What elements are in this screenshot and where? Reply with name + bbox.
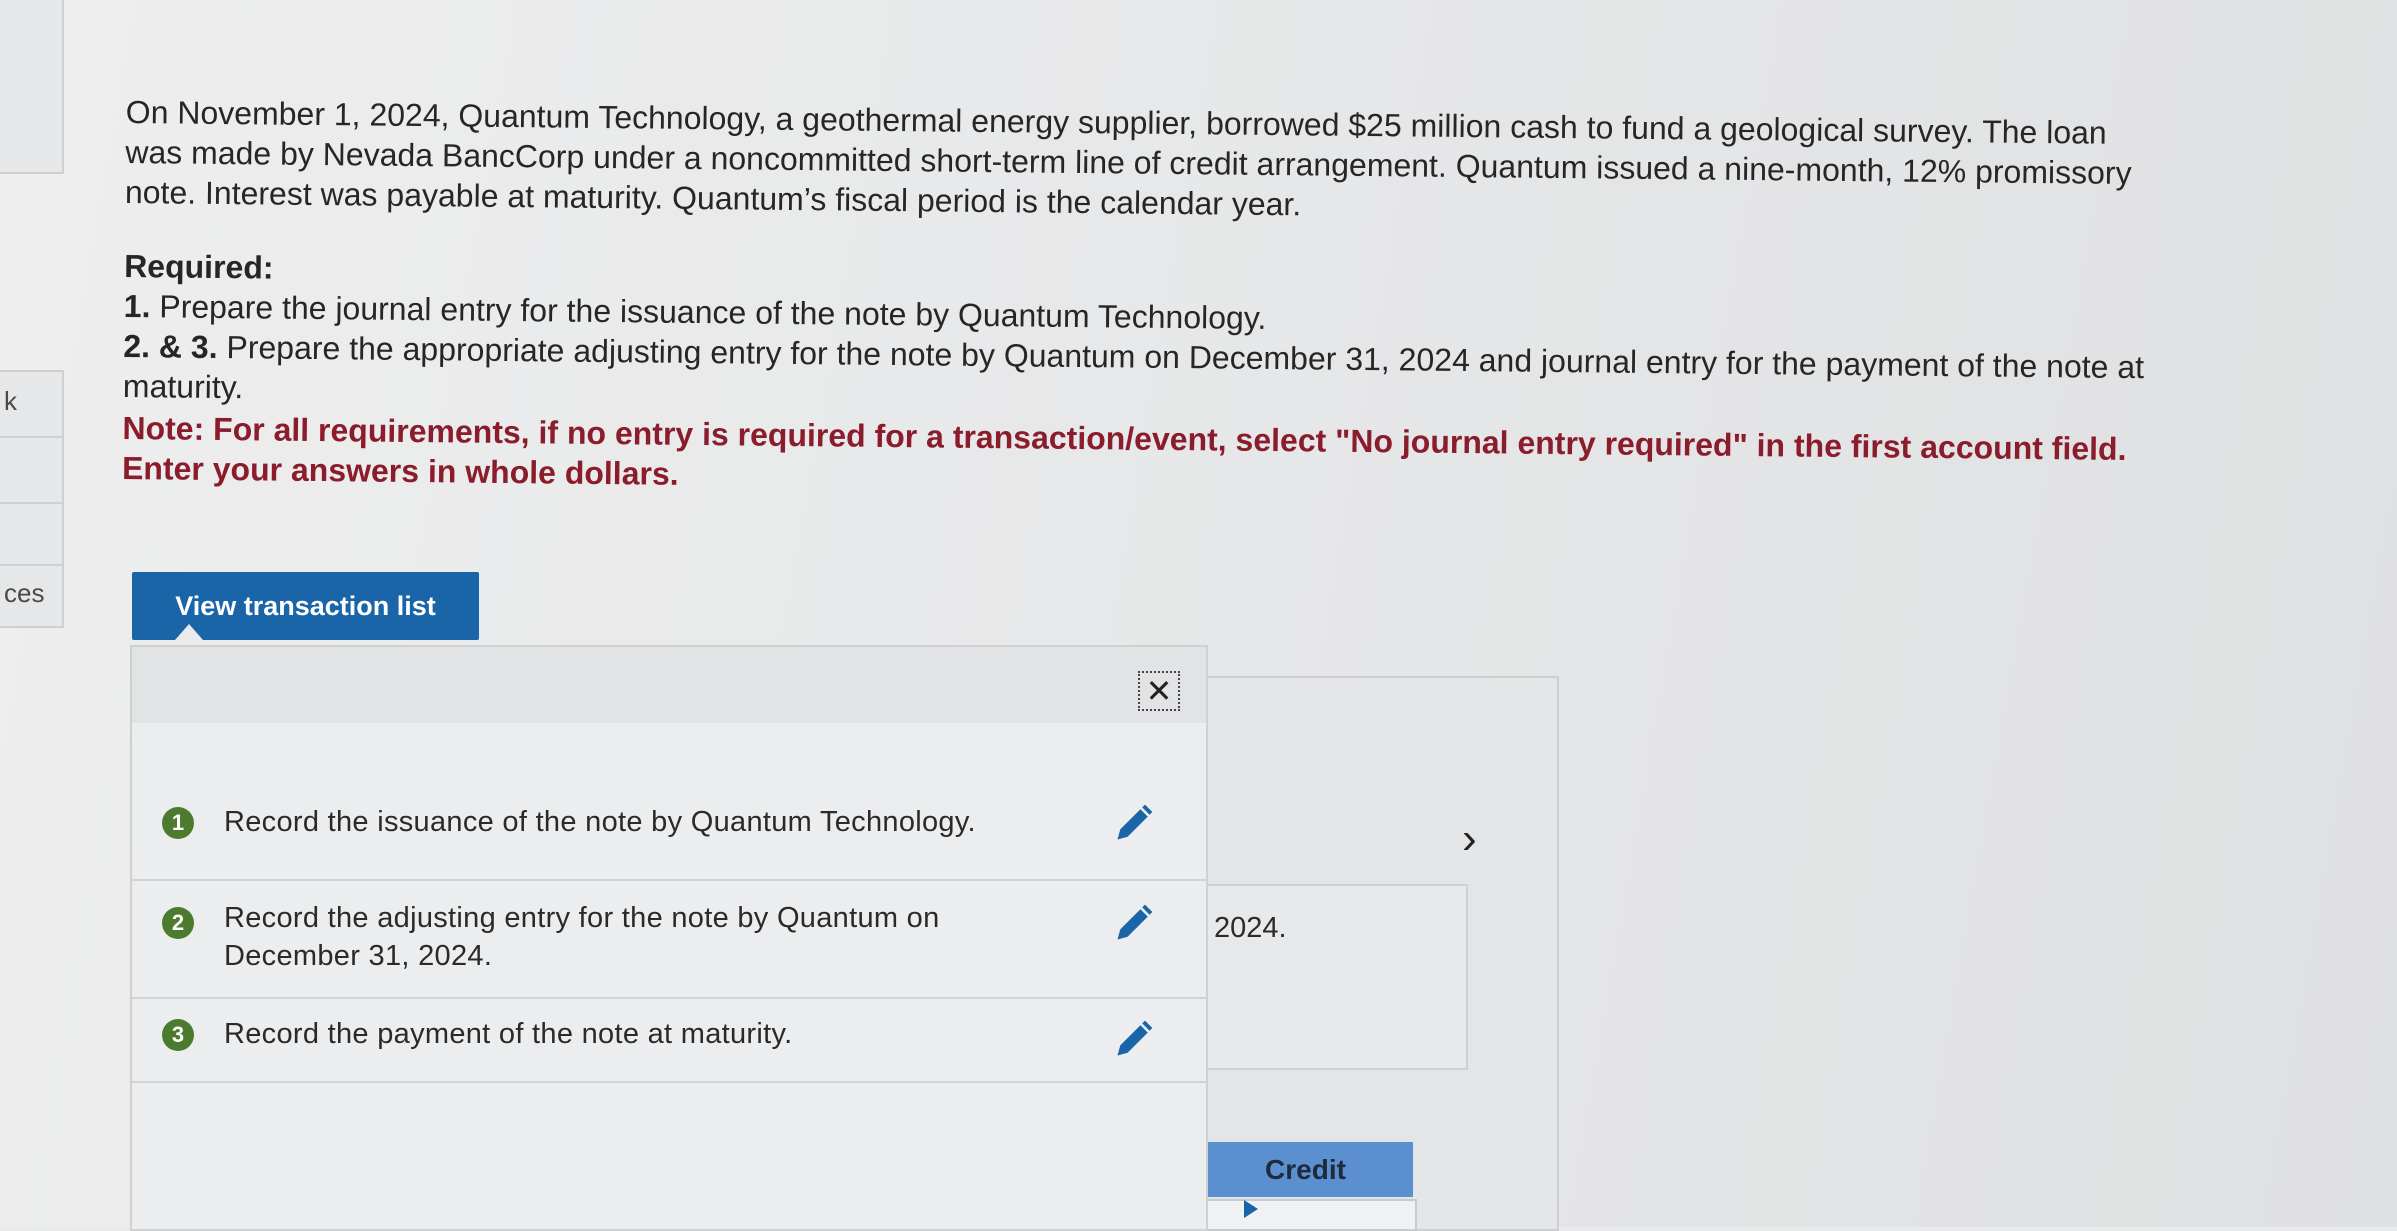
task-row-1[interactable]: 1 Record the issuance of the note by Qua…: [132, 767, 1206, 881]
task-row-2[interactable]: 2 Record the adjusting entry for the not…: [132, 879, 1206, 999]
sidebar-cell: [0, 436, 64, 506]
button-pointer-arrow: [175, 624, 203, 640]
sidebar-cell: [0, 502, 64, 568]
worksheet-year-text: 2024.: [1214, 912, 1287, 944]
popup-header: [132, 647, 1206, 723]
task-number-badge: 2: [162, 907, 194, 939]
requirement-1-number: 1.: [123, 287, 151, 325]
pencil-icon[interactable]: [1112, 1017, 1156, 1061]
task-number-badge: 3: [162, 1019, 194, 1051]
task-description: Record the adjusting entry for the note …: [224, 902, 940, 972]
close-icon[interactable]: ✕: [1138, 671, 1180, 711]
sidebar-cell: [0, 0, 64, 174]
requirement-2-3-number: 2. & 3.: [123, 327, 218, 365]
pencil-icon[interactable]: [1112, 901, 1156, 945]
left-sidebar: k ces: [0, 0, 66, 640]
credit-column-header: Credit: [1198, 1142, 1413, 1197]
problem-statement: On November 1, 2024, Quantum Technology,…: [122, 92, 2166, 509]
task-description: Record the issuance of the note by Quant…: [224, 806, 976, 838]
next-chevron-icon[interactable]: ›: [1462, 814, 1477, 864]
pencil-icon[interactable]: [1112, 801, 1156, 845]
problem-paragraph: On November 1, 2024, Quantum Technology,…: [124, 93, 2132, 223]
task-description: Record the payment of the note at maturi…: [224, 1018, 793, 1050]
sidebar-label-top[interactable]: k: [4, 386, 17, 417]
sidebar-label-bottom[interactable]: ces: [4, 578, 44, 609]
cursor-arrow-icon: [1244, 1200, 1258, 1218]
transaction-list-popup: ✕ 1 Record the issuance of the note by Q…: [130, 645, 1208, 1231]
task-row-3[interactable]: 3 Record the payment of the note at matu…: [132, 997, 1206, 1083]
credit-input-row[interactable]: [1198, 1199, 1417, 1231]
task-number-badge: 1: [162, 807, 194, 839]
